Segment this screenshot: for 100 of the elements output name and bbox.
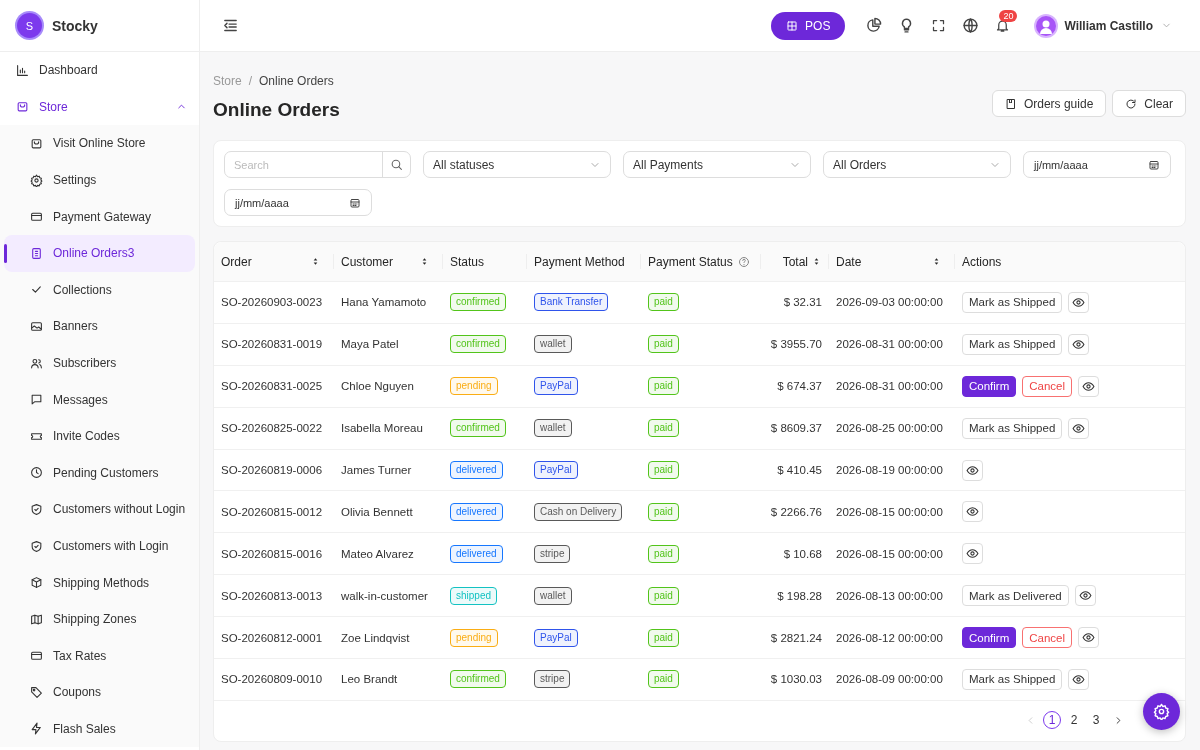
payment-status-tag: paid: [648, 586, 679, 605]
calendar-icon: [1148, 158, 1160, 171]
select-field[interactable]: All Orders: [823, 151, 1011, 178]
sidebar-item[interactable]: Invite Codes: [0, 417, 199, 455]
sidebar-item[interactable]: Payment Gateway: [0, 198, 199, 235]
breadcrumb-current: Online Orders: [259, 74, 334, 88]
sidebar-item[interactable]: Online Orders3: [4, 234, 195, 272]
date-field[interactable]: jj/mm/aaaa: [224, 189, 372, 216]
column-header[interactable]: Customer: [341, 254, 393, 269]
page-button[interactable]: 3: [1087, 711, 1105, 729]
table-cell: SO-20260812-0001: [221, 631, 323, 644]
table-cell: $ 198.28: [777, 589, 822, 602]
table-cell: $ 10.68: [783, 547, 822, 560]
confirm-button[interactable]: Confirm: [962, 627, 1017, 649]
sidebar-item[interactable]: Subscribers: [0, 344, 199, 382]
status-tag: delivered: [450, 461, 503, 479]
notification-badge: 20: [999, 10, 1018, 22]
table-cell: 2026-08-12 00:00:00: [836, 631, 943, 644]
menu-icon[interactable]: [222, 17, 239, 34]
view-button[interactable]: [962, 501, 983, 523]
sidebar-item[interactable]: Dashboard: [0, 52, 199, 89]
pos-button[interactable]: POS: [771, 11, 846, 40]
table-cell: 2026-08-13 00:00:00: [836, 589, 943, 602]
eye-icon: [966, 547, 979, 561]
user-menu[interactable]: William Castillo: [1030, 14, 1178, 37]
cancel-button[interactable]: Cancel: [1022, 375, 1073, 397]
logo-icon: S: [17, 13, 42, 38]
action-button[interactable]: Mark as Shipped: [962, 668, 1063, 690]
table-cell: $ 8609.37: [770, 422, 822, 435]
action-button[interactable]: Mark as Shipped: [962, 417, 1063, 439]
orders-guide-button[interactable]: Orders guide: [991, 90, 1107, 117]
table-cell: Isabella Moreau: [341, 422, 423, 435]
view-button[interactable]: [1068, 291, 1090, 313]
sidebar-item[interactable]: Shipping Methods: [0, 564, 199, 601]
page-button[interactable]: 2: [1065, 711, 1083, 729]
confirm-button[interactable]: Confirm: [962, 375, 1017, 397]
sidebar-item[interactable]: Visit Online Store: [0, 125, 199, 162]
table-cell: SO-20260825-0022: [221, 422, 323, 435]
sidebar-item[interactable]: Banners: [0, 308, 199, 345]
shopping-bag-icon: [30, 137, 43, 150]
page-title: Online Orders: [213, 99, 340, 121]
view-button[interactable]: [962, 543, 983, 565]
table-cell: $ 1030.03: [770, 673, 822, 686]
payment-method-tag: wallet: [534, 419, 572, 438]
sidebar-item[interactable]: Settings: [0, 161, 199, 199]
clear-button[interactable]: Clear: [1112, 90, 1186, 117]
document-icon: [30, 246, 43, 260]
table-cell: $ 3955.70: [770, 338, 822, 351]
clock-icon: [30, 466, 43, 480]
map-icon: [30, 612, 43, 626]
sidebar-item[interactable]: Coupons: [0, 674, 199, 711]
column-header[interactable]: Total: [782, 254, 808, 269]
action-button[interactable]: Mark as Shipped: [962, 291, 1063, 313]
payment-method-tag: PayPal: [534, 461, 578, 479]
view-button[interactable]: [962, 459, 983, 481]
grid-icon: [786, 19, 799, 32]
credit-card-icon: [30, 649, 43, 663]
sidebar-item[interactable]: Pending Customers: [0, 454, 199, 492]
bell-icon: [995, 18, 1011, 33]
sidebar-item[interactable]: Store: [0, 88, 199, 126]
table-cell: $ 2821.24: [770, 631, 822, 644]
sidebar-item[interactable]: Customers without Login: [0, 491, 199, 528]
view-button[interactable]: [1068, 668, 1090, 690]
lightning-icon: [30, 722, 43, 736]
status-tag: pending: [450, 628, 498, 647]
eye-icon: [1082, 379, 1096, 393]
select-field[interactable]: All Payments: [623, 151, 811, 178]
view-button[interactable]: [1078, 627, 1100, 649]
column-header[interactable]: Date: [836, 254, 862, 269]
table-cell: 2026-08-31 00:00:00: [836, 338, 943, 351]
sidebar-item[interactable]: Collections: [0, 271, 199, 309]
column-header: Payment Method: [534, 254, 625, 269]
payment-status-tag: paid: [648, 628, 679, 647]
table-cell: Leo Brandt: [341, 673, 398, 686]
column-header[interactable]: Order: [221, 254, 252, 269]
brand-name: Stocky: [52, 17, 98, 34]
table-cell: 2026-08-19 00:00:00: [836, 464, 943, 476]
sidebar-item[interactable]: Flash Sales: [0, 710, 199, 748]
search-icon: [390, 158, 403, 171]
sidebar-item[interactable]: Messages: [0, 381, 199, 418]
status-tag: confirmed: [450, 293, 506, 312]
table-cell: Olivia Bennett: [341, 505, 413, 518]
eye-icon: [966, 463, 979, 477]
view-button[interactable]: [1068, 333, 1090, 355]
payment-method-tag: Bank Transfer: [534, 293, 609, 312]
date-field[interactable]: jj/mm/aaaa: [1023, 151, 1171, 178]
credit-card-icon: [30, 210, 43, 224]
view-button[interactable]: [1074, 585, 1096, 607]
box-icon: [30, 576, 43, 590]
sidebar-item[interactable]: Shipping Zones: [0, 600, 199, 638]
cancel-button[interactable]: Cancel: [1022, 627, 1073, 649]
table-cell: Maya Patel: [341, 338, 399, 351]
sidebar-item[interactable]: Customers with Login: [0, 527, 199, 565]
payment-status-tag: paid: [648, 502, 679, 521]
view-button[interactable]: [1068, 417, 1090, 439]
action-button[interactable]: Mark as Delivered: [962, 585, 1069, 607]
sidebar-item[interactable]: Tax Rates: [0, 637, 199, 675]
select-field[interactable]: All statuses: [423, 151, 611, 178]
view-button[interactable]: [1078, 375, 1100, 397]
action-button[interactable]: Mark as Shipped: [962, 333, 1063, 355]
